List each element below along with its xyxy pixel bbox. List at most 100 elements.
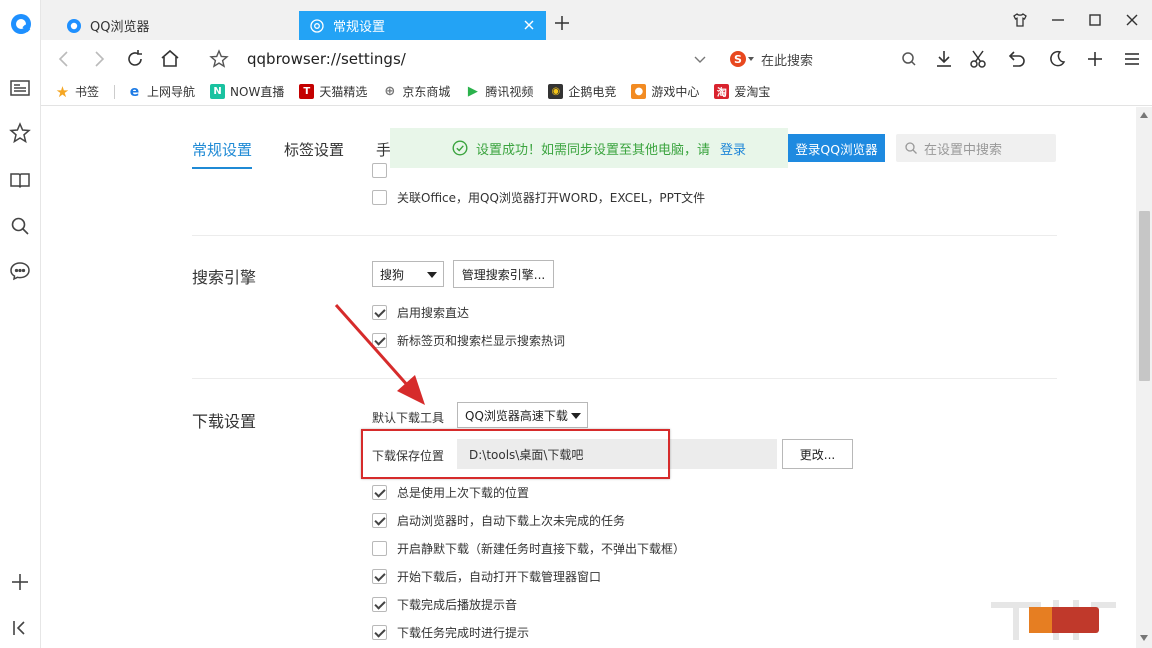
download-option-checkbox[interactable] [372, 485, 387, 500]
settings-search-placeholder: 在设置中搜索 [924, 142, 1003, 158]
search-option-label: 新标签页和搜索栏显示搜索热词 [397, 334, 566, 348]
news-icon[interactable] [8, 76, 32, 100]
highlight-box [361, 429, 670, 479]
book-icon[interactable] [8, 168, 32, 192]
bookmark-star-icon[interactable] [8, 121, 32, 145]
search-option-label: 启用搜索直达 [397, 306, 470, 320]
scroll-down-icon[interactable] [1139, 634, 1149, 642]
sogou-logo-icon: S [730, 51, 746, 67]
close-tab-icon[interactable] [522, 18, 536, 32]
address-dropdown-icon[interactable] [689, 48, 711, 70]
bookmark-label: NOW直播 [230, 85, 285, 99]
settings-search-input[interactable]: 在设置中搜索 [896, 134, 1056, 162]
play-icon: ▶ [467, 84, 478, 99]
collapse-sidebar-icon[interactable] [8, 616, 32, 640]
change-location-button[interactable]: 更改... [782, 439, 853, 469]
left-sidebar [0, 0, 41, 648]
tmall-icon: T [299, 84, 315, 99]
search-engine-caret-icon[interactable] [747, 55, 755, 63]
download-option-label: 启动浏览器时，自动下载上次未完成的任务 [397, 514, 626, 528]
login-button[interactable]: 登录QQ浏览器 [788, 134, 885, 162]
download-option-label: 下载任务完成时进行提示 [397, 626, 530, 640]
download-option-checkbox[interactable] [372, 625, 387, 640]
screenshot-scissors-icon[interactable] [968, 48, 990, 70]
download-option-checkbox[interactable] [372, 569, 387, 584]
scrollbar-thumb[interactable] [1139, 211, 1150, 381]
forward-icon[interactable] [88, 48, 110, 70]
tab-title: QQ浏览器 [90, 20, 150, 35]
tab-strip: QQ浏览器 常规设置 [41, 0, 1152, 40]
office-option-label: 关联Office，用QQ浏览器打开WORD，EXCEL，PPT文件 [397, 191, 706, 205]
scroll-up-icon[interactable] [1139, 111, 1149, 119]
download-option-row[interactable]: 开启静默下载（新建任务时直接下载，不弹出下载框） [372, 540, 685, 557]
plus-icon[interactable] [1084, 48, 1106, 70]
minimize-icon[interactable] [1049, 11, 1067, 29]
bookmark-item[interactable]: ▶ 腾讯视频 [465, 83, 534, 100]
download-section-title: 下载设置 [192, 412, 257, 431]
search-option-row[interactable]: 新标签页和搜索栏显示搜索热词 [372, 332, 565, 349]
bookmark-item[interactable]: ◉ 企鹅电竞 [548, 83, 616, 100]
manage-search-engines-button[interactable]: 管理搜索引擎... [453, 260, 554, 288]
chat-icon[interactable] [8, 259, 32, 283]
search-go-icon[interactable] [898, 48, 920, 70]
tab-settings[interactable]: 常规设置 [299, 11, 546, 40]
back-icon[interactable] [53, 48, 75, 70]
tab-title: 常规设置 [333, 20, 386, 35]
download-option-row[interactable]: 开始下载后，自动打开下载管理器窗口 [372, 568, 601, 585]
office-checkbox[interactable] [372, 190, 387, 205]
search-box[interactable]: S 在此搜索 [729, 48, 919, 70]
maximize-icon[interactable] [1086, 11, 1104, 29]
menu-hamburger-icon[interactable] [1121, 48, 1143, 70]
search-icon[interactable] [8, 214, 32, 238]
watermark-logo [991, 600, 1116, 640]
default-tool-label: 默认下载工具 [372, 411, 445, 425]
qq-browser-logo-icon[interactable] [9, 12, 33, 36]
settings-tab-tabs[interactable]: 标签设置 [284, 139, 344, 169]
tab-qq-browser[interactable]: QQ浏览器 [56, 11, 296, 40]
download-option-row[interactable]: 下载完成后播放提示音 [372, 596, 517, 613]
bookmark-item[interactable]: T 天猫精选 [299, 83, 367, 100]
bookmark-item[interactable]: e 上网导航 [127, 83, 195, 100]
search-option-row[interactable]: 启用搜索直达 [372, 304, 469, 321]
download-option-row[interactable]: 下载任务完成时进行提示 [372, 624, 529, 641]
bookmark-item[interactable]: 淘 爱淘宝 [714, 83, 770, 100]
bookmark-label: 天猫精选 [319, 85, 368, 99]
search-engine-select[interactable]: 搜狗 [372, 261, 444, 287]
download-option-checkbox[interactable] [372, 513, 387, 528]
add-icon[interactable] [8, 570, 32, 594]
hidden-option-row[interactable] [372, 163, 397, 178]
bookmark-item[interactable]: ● 游戏中心 [631, 83, 699, 100]
favorite-star-icon[interactable] [208, 48, 230, 70]
search-placeholder: 在此搜索 [761, 53, 814, 69]
check-circle-icon [452, 140, 468, 156]
download-option-row[interactable]: 启动浏览器时，自动下载上次未完成的任务 [372, 512, 625, 529]
download-option-row[interactable]: 总是使用上次下载的位置 [372, 484, 529, 501]
bookmark-item[interactable]: N NOW直播 [210, 83, 284, 100]
bookmark-label: 京东商城 [402, 85, 451, 99]
skin-shirt-icon[interactable] [1011, 11, 1029, 29]
vertical-scrollbar[interactable] [1136, 107, 1152, 648]
bookmark-item[interactable]: ★ 书签 [55, 83, 99, 101]
refresh-icon[interactable] [124, 48, 146, 70]
toolbar: qqbrowser://settings/ S 在此搜索 [41, 40, 1152, 78]
search-icon [905, 142, 917, 154]
download-option-checkbox[interactable] [372, 597, 387, 612]
undo-close-icon[interactable] [1005, 48, 1027, 70]
night-mode-moon-icon[interactable] [1046, 48, 1068, 70]
checkbox[interactable] [372, 163, 387, 178]
bookmark-item[interactable]: ⊕ 京东商城 [382, 83, 450, 100]
download-option-checkbox[interactable] [372, 541, 387, 556]
settings-tab-general[interactable]: 常规设置 [192, 139, 253, 169]
hot-words-checkbox[interactable] [372, 333, 387, 348]
new-tab-icon[interactable] [553, 14, 571, 32]
download-icon[interactable] [933, 48, 955, 70]
close-window-icon[interactable] [1123, 11, 1141, 29]
toast-login-link[interactable]: 登录 [720, 139, 746, 158]
search-direct-checkbox[interactable] [372, 305, 387, 320]
default-download-tool-select[interactable]: QQ浏览器高速下载 [457, 402, 588, 428]
home-icon[interactable] [159, 48, 181, 70]
address-bar[interactable]: qqbrowser://settings/ [247, 50, 406, 68]
office-option-row[interactable]: 关联Office，用QQ浏览器打开WORD，EXCEL，PPT文件 [372, 189, 705, 206]
settings-page: 常规设置 标签设置 手 设置成功！如需同步设置至其他电脑，请 登录 登录QQ浏览… [41, 107, 1135, 648]
search-engine-section-title: 搜索引擎 [192, 268, 257, 287]
